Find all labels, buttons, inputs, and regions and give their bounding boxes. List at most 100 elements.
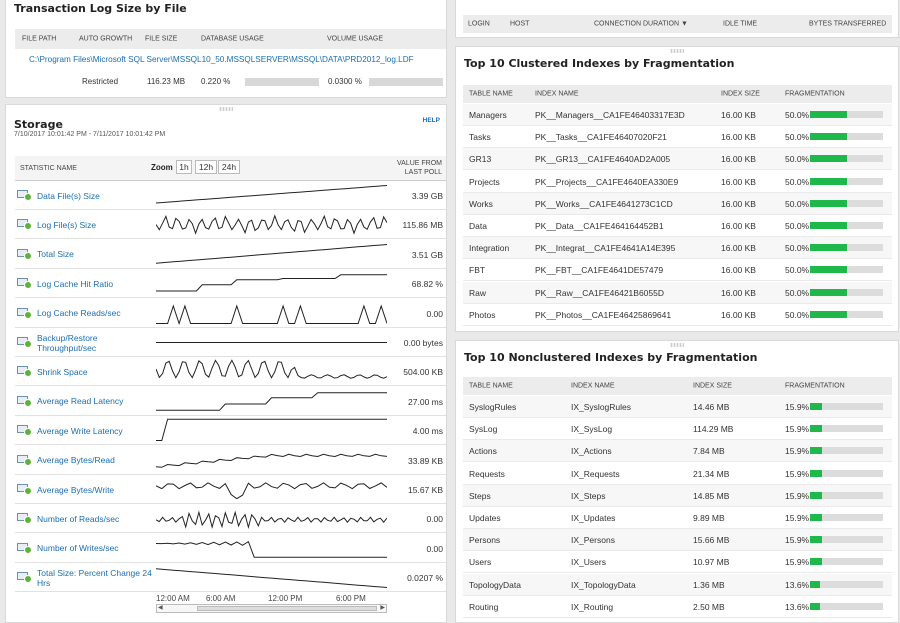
statistic-name-link[interactable]: Average Write Latency — [37, 416, 155, 445]
status-up-icon — [24, 575, 32, 584]
index-row: Routing IX_Routing 2.50 MB 13.6% — [463, 595, 892, 618]
fragmentation-cell: 50.0% — [785, 154, 810, 165]
col-bytes-transferred[interactable]: BYTES TRANSFERRED — [809, 21, 886, 28]
storage-header: STATISTIC NAME Zoom 1h 12h 24h VALUE FRO… — [15, 156, 446, 181]
index-size-cell: 16.00 KB — [721, 309, 756, 320]
statistic-status-icon — [17, 572, 35, 584]
sparkline-chart — [156, 303, 387, 325]
index-size-cell: 16.00 KB — [721, 287, 756, 298]
scroll-right-icon[interactable]: ▶ — [380, 604, 385, 611]
statistic-status-icon — [17, 219, 35, 231]
col-host[interactable]: HOST — [510, 21, 529, 28]
col-connection-duration[interactable]: CONNECTION DURATION ▼ — [594, 21, 688, 28]
index-row: SysLog IX_SysLog 114.29 MB 15.9% — [463, 418, 892, 441]
col-value-from-last-poll: VALUE FROM LAST POLL — [397, 159, 442, 177]
storage-row-number-of-writes: Number of Writes/sec 0.00 — [15, 534, 446, 563]
index-row: Data PK__Data__CA1FE464164452B1 16.00 KB 50… — [463, 215, 892, 237]
col-auto-growth: AUTO GROWTH — [79, 35, 133, 43]
zoom-12h-button[interactable]: 12h — [195, 160, 217, 174]
index-name-cell: IX_Persons — [571, 535, 615, 546]
statistic-name-link[interactable]: Total Size: Percent Change 24 Hrs — [37, 563, 155, 592]
status-up-icon — [24, 193, 32, 201]
drag-handle[interactable] — [670, 49, 684, 53]
fragmentation-bar — [810, 403, 883, 410]
fragmentation-bar — [810, 602, 883, 610]
col-fragmentation: FRAGMENTATION — [785, 382, 845, 390]
database-usage-bar — [245, 78, 319, 86]
statistic-name-link[interactable]: Backup/Restore Throughput/sec — [37, 328, 155, 357]
sparkline-line — [156, 303, 387, 325]
connections-panel: LOGIN HOST CONNECTION DURATION ▼ IDLE TI… — [455, 0, 899, 38]
clustered-header: TABLE NAME INDEX NAME INDEX SIZE FRAGMEN… — [463, 85, 892, 103]
statistic-status-icon — [17, 190, 35, 202]
clustered-indexes-title: Top 10 Clustered Indexes by Fragmentatio… — [464, 57, 735, 70]
storage-row-average-write-latency: Average Write Latency 4.00 ms — [15, 416, 446, 446]
statistic-status-icon — [17, 278, 35, 290]
index-name-cell: PK__Photos__CA1FE46425869641 — [535, 309, 672, 320]
storage-row-total-size-percent-change: Total Size: Percent Change 24 Hrs 0.0207 … — [15, 563, 446, 593]
time-axis: 12:00 AM 6:00 AM 12:00 PM 6:00 PM ◀ ▶ — [156, 592, 387, 616]
fragmentation-bar-fill — [810, 133, 847, 141]
sparkline-chart — [156, 540, 387, 558]
statistic-name-link[interactable]: Average Read Latency — [37, 387, 155, 416]
fragmentation-bar — [810, 266, 883, 274]
statistic-status-icon — [17, 337, 35, 349]
transaction-log-title: Transaction Log Size by File — [14, 2, 187, 15]
statistic-value: 0.00 — [426, 543, 443, 554]
statistic-name-link[interactable]: Log Cache Hit Ratio — [37, 269, 155, 298]
table-name-cell: Routing — [469, 601, 499, 612]
statistic-name-link[interactable]: Total Size — [37, 240, 155, 269]
statistic-status-icon — [17, 484, 35, 496]
fragmentation-cell: 15.9% — [785, 402, 810, 412]
index-row: Steps IX_Steps 14.85 MB 15.9% — [463, 484, 892, 507]
index-size-cell: 21.34 MB — [693, 468, 730, 479]
fragmentation-bar-fill — [810, 447, 822, 455]
scroll-left-icon[interactable]: ◀ — [158, 604, 163, 611]
status-up-icon — [24, 487, 32, 495]
zoom-1h-button[interactable]: 1h — [176, 160, 192, 174]
statistic-value: 68.82 % — [411, 279, 443, 290]
drag-handle[interactable] — [670, 343, 684, 347]
dashboard-page: Transaction Log Size by File FILE PATH A… — [0, 0, 900, 623]
drag-handle[interactable] — [219, 107, 233, 111]
file-path-link[interactable]: C:\Program Files\Microsoft SQL Server\MS… — [29, 55, 414, 64]
axis-tick: 6:00 PM — [336, 594, 366, 603]
sparkline-line — [156, 540, 387, 558]
fragmentation-bar — [810, 244, 883, 252]
index-name-cell: PK__Projects__CA1FE4640EA330E9 — [535, 176, 679, 187]
fragmentation-cell: 50.0% — [785, 265, 810, 276]
statistic-name-link[interactable]: Data File(s) Size — [37, 181, 155, 210]
table-name-cell: Actions — [469, 446, 497, 457]
statistic-name-link[interactable]: Average Bytes/Read — [37, 446, 155, 475]
col-login[interactable]: LOGIN — [468, 21, 490, 28]
statistic-name-link[interactable]: Shrink Space — [37, 357, 155, 386]
volume-usage-bar — [369, 78, 443, 86]
table-name-cell: Tasks — [469, 132, 491, 143]
index-size-cell: 16.00 KB — [721, 265, 756, 276]
scrollbar-thumb[interactable] — [197, 606, 377, 611]
zoom-24h-button[interactable]: 24h — [218, 160, 240, 174]
statistic-name-link[interactable]: Average Bytes/Write — [37, 475, 155, 504]
statistic-status-icon — [17, 248, 35, 261]
statistic-name-link[interactable]: Log Cache Reads/sec — [37, 299, 155, 328]
index-name-cell: PK__Tasks__CA1FE46407020F21 — [535, 132, 667, 143]
volume-usage-value: 0.0300 % — [328, 77, 362, 86]
statistic-name-link[interactable]: Number of Reads/sec — [37, 504, 155, 533]
nonclustered-indexes-title: Top 10 Nonclustered Indexes by Fragmenta… — [464, 351, 758, 364]
col-index-size: INDEX SIZE — [721, 90, 760, 98]
index-row: Managers PK__Managers__CA1FE46403317E3D 16… — [463, 104, 892, 126]
status-up-icon — [24, 428, 32, 437]
chart-scrollbar[interactable]: ◀ ▶ — [156, 604, 387, 613]
statistic-name-link[interactable]: Number of Writes/sec — [37, 534, 155, 563]
fragmentation-bar-fill — [810, 155, 847, 163]
index-name-cell: PK__Raw__CA1FE46421B6055D — [535, 287, 665, 298]
col-file-path: FILE PATH — [22, 35, 57, 43]
table-name-cell: Works — [469, 198, 493, 209]
index-row: Actions IX_Actions 7.84 MB 15.9% — [463, 440, 892, 463]
statistic-name-link[interactable]: Log File(s) Size — [37, 210, 155, 239]
fragmentation-bar-fill — [810, 199, 847, 207]
col-idle-time[interactable]: IDLE TIME — [723, 21, 757, 28]
sparkline-chart — [156, 418, 387, 442]
help-link[interactable]: HELP — [423, 117, 440, 124]
sort-desc-icon[interactable]: ▼ — [681, 21, 688, 28]
